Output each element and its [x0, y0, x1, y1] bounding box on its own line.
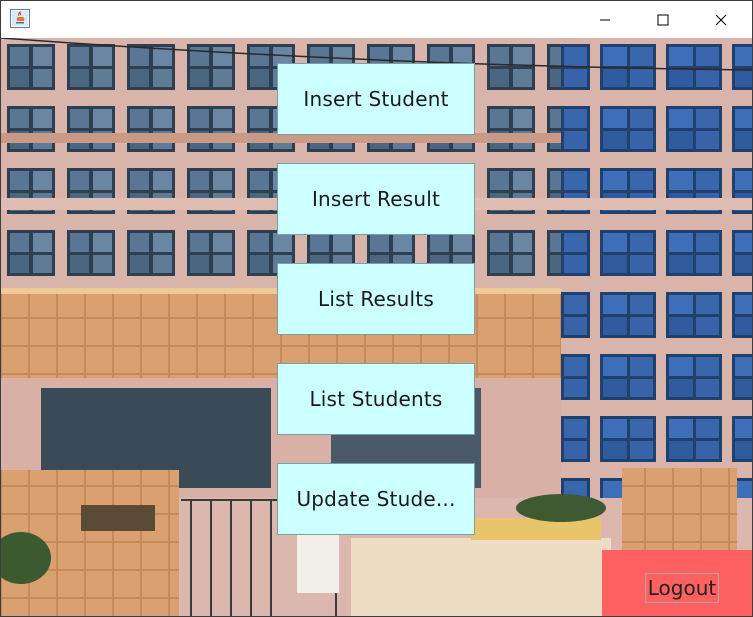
insert-student-button[interactable]: Insert Student	[277, 63, 475, 135]
list-results-button[interactable]: List Results	[277, 263, 475, 335]
logout-button[interactable]: Logout	[602, 550, 752, 616]
java-app-icon[interactable]	[10, 9, 30, 28]
title-bar[interactable]	[1, 1, 752, 38]
close-icon	[715, 14, 727, 25]
insert-result-button[interactable]: Insert Result	[277, 163, 475, 235]
close-button[interactable]	[692, 1, 750, 38]
update-student-button[interactable]: Update Stude...	[277, 463, 475, 535]
minimize-button[interactable]	[576, 1, 634, 38]
list-students-button[interactable]: List Students	[277, 363, 475, 435]
logout-label: Logout	[645, 573, 719, 603]
main-panel: Insert Student Insert Result List Result…	[1, 38, 752, 616]
minimize-icon	[600, 19, 610, 20]
maximize-button[interactable]	[634, 1, 692, 38]
maximize-icon	[657, 14, 669, 25]
app-window: Insert Student Insert Result List Result…	[0, 0, 753, 617]
